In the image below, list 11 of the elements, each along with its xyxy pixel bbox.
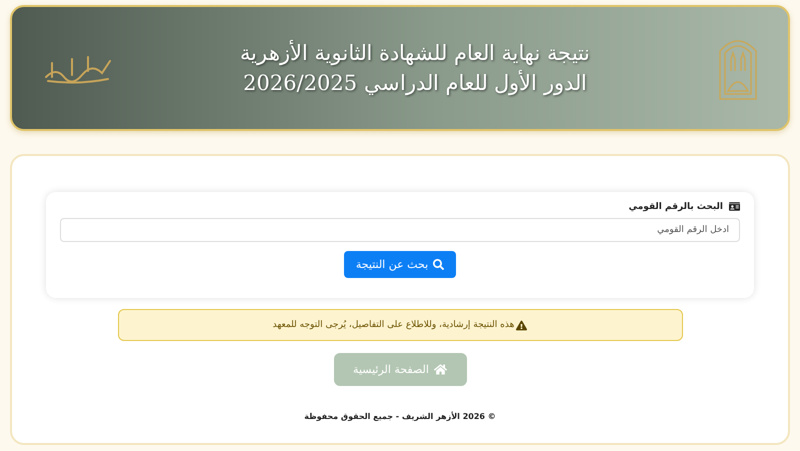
copyright-text: © 2026 الأزهر الشريف - جميع الحقوق محفوظة bbox=[304, 412, 496, 421]
page-title: الدور الأول للعام الدراسي 2026/2025 bbox=[243, 69, 587, 97]
search-button[interactable]: بحث عن النتيجة bbox=[344, 251, 456, 278]
search-icon bbox=[433, 259, 444, 270]
field-label: البحث بالرقم القومي bbox=[628, 202, 723, 212]
id-card-icon bbox=[729, 201, 740, 212]
home-icon bbox=[434, 363, 447, 376]
page-title: نتيجة نهاية العام للشهادة الثانوية الأزهرية bbox=[240, 39, 590, 67]
alert-text: هذه النتيجة إرشادية، وللاطلاع على التفاصيل، يُرجى التوجه للمعهد bbox=[272, 320, 514, 330]
national-id-field[interactable]: ادخل الرقم القومي bbox=[60, 218, 740, 242]
warning-icon bbox=[516, 320, 528, 330]
